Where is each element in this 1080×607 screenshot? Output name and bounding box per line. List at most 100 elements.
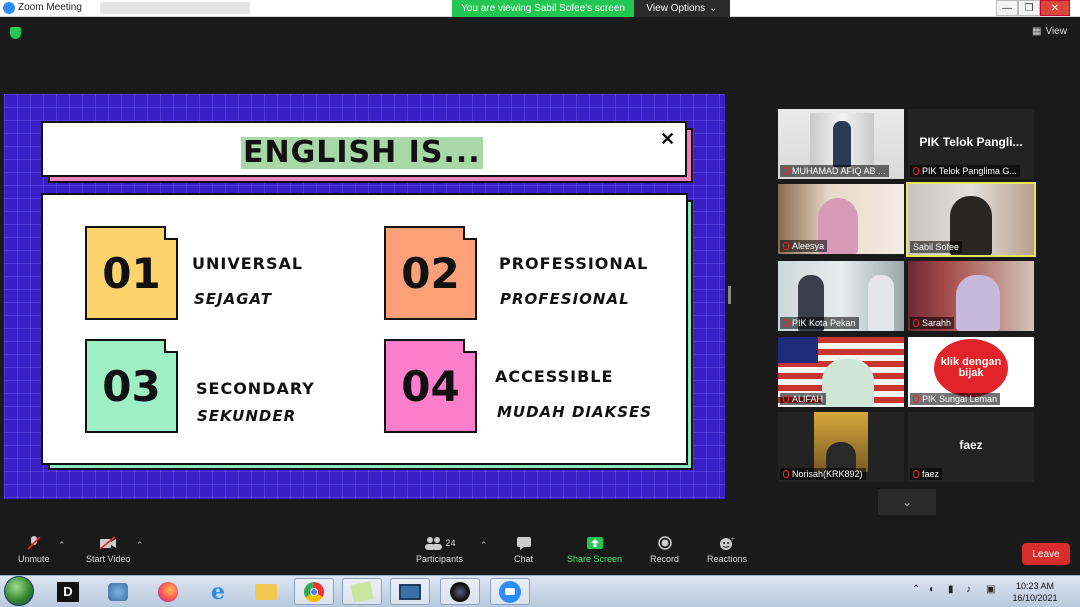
- gallery-next-page-button[interactable]: ⌄: [878, 489, 936, 515]
- start-video-button[interactable]: Start Video: [86, 536, 130, 564]
- camera-icon: [450, 581, 470, 602]
- view-button[interactable]: ▦ View: [1032, 26, 1067, 37]
- view-options-button[interactable]: View Options ⌄: [634, 0, 730, 17]
- mic-off-icon: [783, 395, 789, 403]
- person-silhouette: [833, 121, 851, 167]
- zoom-icon: [499, 580, 521, 603]
- reactions-label: Reactions: [707, 554, 748, 564]
- dp-app-icon: D: [57, 581, 79, 602]
- camera-button[interactable]: [440, 578, 480, 605]
- network-app-button[interactable]: [98, 578, 138, 605]
- person-silhouette: [956, 275, 1000, 331]
- participant-display-name: faez: [959, 438, 983, 452]
- participant-name: PIK Telok Panglima G...: [910, 165, 1020, 177]
- participants-icon: [424, 537, 442, 550]
- window-title: Zoom Meeting: [18, 2, 82, 13]
- badge-01: 01: [85, 226, 178, 320]
- chat-label: Chat: [514, 554, 534, 564]
- video-options-caret[interactable]: ⌃: [136, 540, 144, 551]
- chrome-icon: [304, 581, 324, 602]
- reactions-icon: +: [720, 537, 735, 550]
- participant-tile[interactable]: MUHAMAD AFIQ AB ...: [778, 109, 904, 179]
- slide-title: ENGLISH IS...: [241, 135, 483, 170]
- mic-off-icon: [913, 167, 919, 175]
- badge-02: 02: [384, 226, 477, 320]
- split-view-divider[interactable]: [728, 286, 731, 304]
- unmute-button[interactable]: Unmute: [18, 536, 50, 564]
- mic-off-icon: [913, 395, 919, 403]
- tray-expand-icon[interactable]: ⌃: [912, 584, 920, 595]
- close-window-button[interactable]: ✕: [1040, 0, 1070, 16]
- network-app-icon: [108, 582, 128, 601]
- participant-name: Sabil Sofee: [910, 241, 963, 253]
- clock-date: 16/10/2021: [1012, 593, 1058, 603]
- power-icon[interactable]: ▮: [948, 584, 954, 595]
- chat-button[interactable]: Chat: [514, 536, 533, 564]
- start-button[interactable]: [4, 576, 34, 606]
- leave-button[interactable]: Leave: [1022, 543, 1070, 565]
- unmute-label: Unmute: [18, 554, 50, 564]
- grid-icon: ▦: [1032, 26, 1042, 37]
- background-window-tab: [100, 2, 250, 14]
- firefox-button[interactable]: [148, 578, 188, 605]
- notes-button[interactable]: [342, 578, 382, 605]
- audio-options-caret[interactable]: ⌃: [58, 540, 66, 551]
- speaker-icon[interactable]: ♪: [966, 584, 971, 595]
- participant-tile-active-speaker[interactable]: Sabil Sofee: [906, 182, 1036, 257]
- chrome-button[interactable]: [294, 578, 334, 605]
- participants-options-caret[interactable]: ⌃: [480, 540, 488, 551]
- participants-button[interactable]: 24 Participants: [416, 536, 463, 564]
- participant-tile[interactable]: PIK Kota Pekan: [778, 261, 904, 331]
- item-english-04: ACCESSIBLE: [495, 367, 614, 386]
- clock-time: 10:23 AM: [1015, 581, 1055, 591]
- participant-display-name: PIK Telok Pangli...: [919, 135, 1023, 149]
- volume-icon[interactable]: ◖: [928, 584, 934, 595]
- system-clock[interactable]: 10:23 AM 16/10/2021: [1002, 580, 1068, 604]
- participant-tile[interactable]: Norisah(KRK892): [778, 412, 904, 482]
- mic-off-icon: [913, 470, 919, 478]
- share-screen-button[interactable]: Share Screen: [567, 536, 622, 564]
- video-off-icon: [99, 536, 117, 550]
- item-english-02: PROFESSIONAL: [499, 254, 649, 273]
- internet-explorer-button[interactable]: e: [198, 578, 238, 605]
- participant-tile[interactable]: Aleesya: [778, 184, 904, 254]
- participant-name: ALIFAH: [780, 393, 827, 405]
- item-english-01: UNIVERSAL: [192, 254, 304, 273]
- microphone-muted-icon: [27, 536, 41, 550]
- participant-tile[interactable]: PIK Telok Pangli... PIK Telok Panglima G…: [908, 109, 1034, 179]
- item-malay-02: PROFESIONAL: [500, 290, 630, 308]
- minimize-button[interactable]: —: [996, 0, 1018, 16]
- zoom-taskbar-button[interactable]: [490, 578, 530, 605]
- mic-off-icon: [783, 242, 789, 250]
- zoom-app-icon: [3, 2, 15, 14]
- record-label: Record: [650, 554, 680, 564]
- participants-label: Participants: [416, 554, 464, 564]
- reactions-button[interactable]: + Reactions: [707, 536, 747, 564]
- item-malay-04: MUDAH DIAKSES: [497, 403, 653, 421]
- participant-tile[interactable]: Sarahh: [908, 261, 1034, 331]
- internet-explorer-icon: e: [211, 578, 225, 605]
- remote-desktop-button[interactable]: [390, 578, 430, 605]
- network-status-icon[interactable]: ▣: [986, 584, 995, 595]
- view-label: View: [1045, 26, 1067, 37]
- item-english-03: SECONDARY: [196, 379, 315, 398]
- dp-app-button[interactable]: D: [48, 578, 88, 605]
- klik-bijak-logo: klik dengan bijak: [934, 339, 1008, 397]
- security-shield-icon[interactable]: [10, 27, 21, 39]
- chevron-down-icon: ⌄: [709, 3, 718, 14]
- notes-icon: [350, 580, 374, 603]
- slide-close-icon: ✕: [660, 129, 676, 149]
- start-video-label: Start Video: [86, 554, 131, 564]
- participant-tile[interactable]: klik dengan bijak PIK Sungai Leman: [908, 337, 1034, 407]
- restore-button[interactable]: ❐: [1018, 0, 1040, 16]
- participant-tile[interactable]: ALIFAH: [778, 337, 904, 407]
- flag-canton: [778, 337, 818, 363]
- participants-count: 24: [445, 538, 456, 548]
- mic-off-icon: [783, 470, 789, 478]
- participant-tile[interactable]: faez faez: [908, 412, 1034, 482]
- item-malay-03: SEKUNDER: [197, 407, 297, 425]
- file-explorer-button[interactable]: [246, 578, 286, 605]
- remote-desktop-icon: [399, 583, 421, 600]
- participant-name: MUHAMAD AFIQ AB ...: [780, 165, 889, 177]
- record-button[interactable]: Record: [650, 536, 679, 564]
